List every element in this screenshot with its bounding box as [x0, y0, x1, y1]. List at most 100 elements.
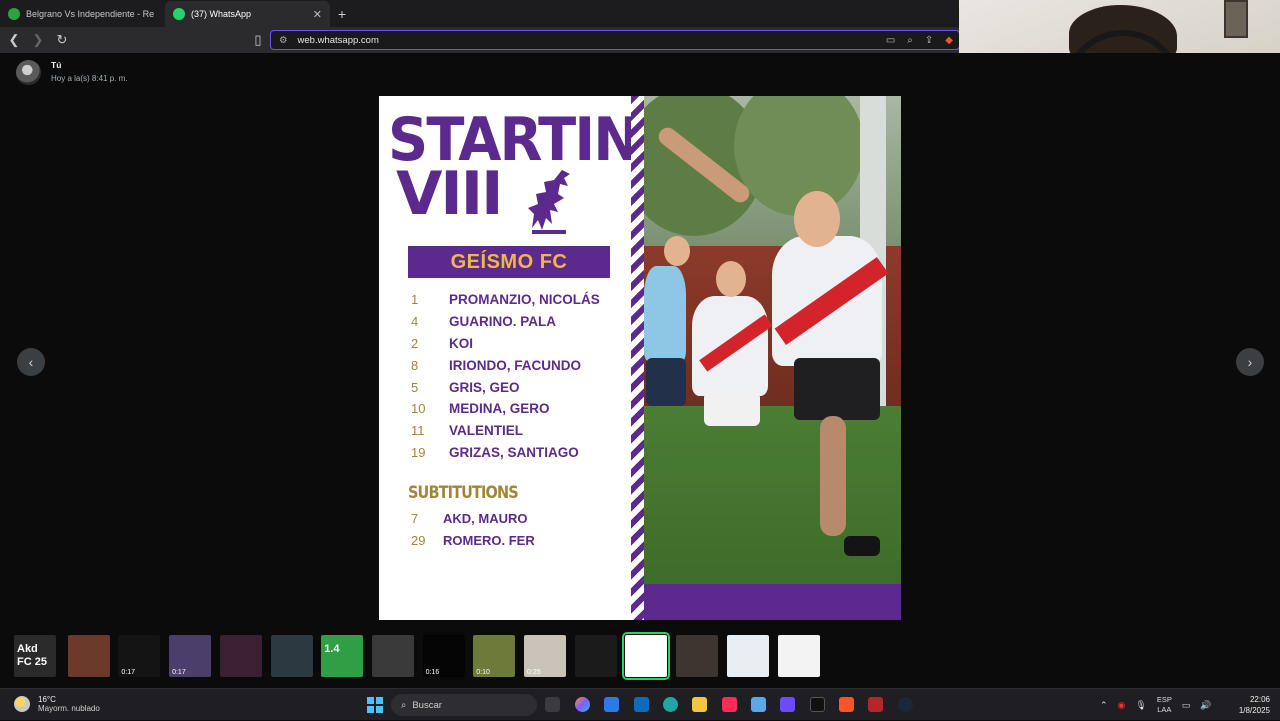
bookmark-icon[interactable]: ▯: [248, 30, 268, 50]
media-thumbnail-strip: Akd FC 25 0:17 0:17 1.4 0:16 0:10 0:25: [0, 632, 1280, 680]
media-thumbnail[interactable]: [622, 632, 671, 680]
steam-icon[interactable]: [898, 697, 913, 712]
tab-whatsapp[interactable]: (37) WhatsApp ✕: [165, 1, 330, 27]
file-explorer-icon[interactable]: [692, 697, 707, 712]
task-view-icon[interactable]: [545, 697, 560, 712]
media-thumbnail[interactable]: Akd FC 25: [14, 635, 56, 677]
media-thumbnail[interactable]: 1.4: [321, 635, 364, 677]
lineup-row: 4 GUARINO. PALA: [411, 311, 621, 333]
avatar[interactable]: [16, 60, 41, 85]
next-media-button[interactable]: ›: [1236, 348, 1264, 376]
back-icon[interactable]: ❮: [4, 30, 24, 50]
clock-date: 1/8/2025: [1238, 706, 1270, 715]
edge-icon[interactable]: [663, 697, 678, 712]
security-icon[interactable]: ◉: [1118, 700, 1126, 711]
lineup-row: 5 GRIS, GEO: [411, 376, 621, 398]
media-thumbnail[interactable]: [219, 635, 262, 677]
lang-layout: LAA: [1157, 705, 1172, 714]
thumbnail-text: Akd FC 25: [17, 643, 47, 668]
player-name: IRIONDO, FACUNDO: [449, 357, 582, 373]
media-thumbnail[interactable]: [726, 635, 769, 677]
system-clock[interactable]: 22:06 1/8/2025: [1230, 694, 1270, 716]
voicemeeter-icon[interactable]: [868, 697, 883, 712]
chevron-up-icon[interactable]: ⌃: [1100, 700, 1108, 711]
share-icon[interactable]: ⇪: [925, 35, 933, 46]
volume-icon[interactable]: 🔊: [1200, 700, 1211, 711]
reload-icon[interactable]: ↻: [52, 30, 72, 50]
media-thumbnail[interactable]: [371, 635, 414, 677]
media-thumbnail[interactable]: 0:17: [169, 635, 212, 677]
cast-icon[interactable]: ▭: [886, 35, 895, 46]
media-thumbnail[interactable]: [67, 635, 110, 677]
video-duration: 0:17: [172, 669, 186, 676]
substitutions-title: SUBTITUTIONS: [408, 483, 519, 503]
lineup-row: 19 GRIZAS, SANTIAGO: [411, 442, 621, 464]
zoom-icon[interactable]: ⌕: [907, 35, 913, 46]
tiktok-icon[interactable]: [722, 697, 737, 712]
media-thumbnail[interactable]: [676, 635, 719, 677]
player-name: PROMANZIO, NICOLÁS: [449, 292, 600, 308]
lineup-row: 1 PROMANZIO, NICOLÁS: [411, 289, 621, 311]
liverbird-crest-icon: [528, 170, 570, 234]
proton-vpn-icon[interactable]: [780, 697, 795, 712]
player-name: AKD, MAURO: [443, 510, 528, 526]
pitch-grass: [644, 406, 901, 584]
app-icon[interactable]: [751, 697, 766, 712]
wall-picture: [1224, 0, 1248, 38]
microphone-icon[interactable]: 🎙: [1135, 700, 1146, 711]
site-settings-icon[interactable]: ⚙: [279, 35, 288, 46]
media-thumbnail[interactable]: [574, 635, 617, 677]
media-thumbnail[interactable]: 0:10: [473, 635, 516, 677]
video-duration: 0:25: [527, 669, 541, 676]
player-number: 1: [411, 292, 419, 308]
player-number: 8: [411, 357, 419, 373]
lineup-row: 2 KOI: [411, 333, 621, 355]
input-language[interactable]: ESP LAA: [1157, 695, 1172, 715]
media-thumbnail[interactable]: 0:17: [118, 635, 161, 677]
copilot-icon[interactable]: [575, 697, 590, 712]
clock-time: 22:06: [1249, 695, 1270, 704]
browser-tab-bar: Belgrano Vs Independiente - Resultad (37…: [0, 0, 960, 27]
network-icon[interactable]: ▭: [1182, 700, 1191, 711]
whatsapp-icon: [173, 8, 185, 20]
sub-row: 29 ROMERO. FER: [411, 529, 535, 551]
weather-widget[interactable]: 16°C Mayorm. nublado: [14, 695, 100, 713]
brave-shield-icon[interactable]: ◆: [945, 35, 953, 46]
player-name: GRIS, GEO: [449, 379, 520, 395]
player-number: 5: [411, 379, 419, 395]
forward-icon[interactable]: ❯: [28, 30, 48, 50]
player-shorts: [704, 392, 760, 426]
boot: [844, 536, 880, 556]
brave-browser-icon[interactable]: [839, 697, 854, 712]
mm-app-icon[interactable]: [810, 697, 825, 712]
sent-time: Hoy a la(s) 8:41 p. m.: [51, 74, 128, 83]
media-thumbnail[interactable]: 0:25: [524, 635, 566, 677]
media-thumbnail[interactable]: [270, 635, 313, 677]
search-icon: ⌕: [401, 699, 407, 711]
thumbnail-text: 1.4: [324, 643, 340, 655]
tab-belgrano[interactable]: Belgrano Vs Independiente - Resultad: [0, 1, 165, 27]
chevron-right-icon: ›: [1247, 354, 1253, 370]
address-bar[interactable]: ⚙ web.whatsapp.com ▭ ⌕ ⇪ ◆: [270, 30, 960, 50]
outlook-icon[interactable]: [634, 697, 649, 712]
start-button[interactable]: [367, 697, 383, 713]
player-name: ROMERO. FER: [443, 532, 535, 548]
store-icon[interactable]: [604, 697, 619, 712]
lineup-row: 8 IRIONDO, FACUNDO: [411, 354, 621, 376]
media-thumbnail[interactable]: 0:16: [422, 635, 465, 677]
previous-media-button[interactable]: ‹: [17, 348, 45, 376]
new-tab-button[interactable]: +: [330, 1, 354, 27]
poster-purple-strip: [644, 584, 901, 620]
player-name: GRIZAS, SANTIAGO: [449, 444, 579, 460]
media-thumbnail[interactable]: [777, 635, 820, 677]
chevron-left-icon: ‹: [28, 354, 34, 370]
player-name: VALENTIEL: [449, 423, 523, 439]
globe-icon: [8, 8, 20, 20]
url-text: web.whatsapp.com: [297, 34, 379, 46]
close-icon[interactable]: ✕: [313, 8, 322, 21]
starting-lineup: 1 PROMANZIO, NICOLÁS 4 GUARINO. PALA 2 KOI …: [411, 289, 621, 463]
sender-name: Tú: [51, 60, 62, 70]
team-banner: GEÍSMO FC: [408, 246, 610, 278]
taskbar-search[interactable]: ⌕ Buscar: [391, 694, 537, 716]
video-duration: 0:10: [476, 669, 490, 676]
